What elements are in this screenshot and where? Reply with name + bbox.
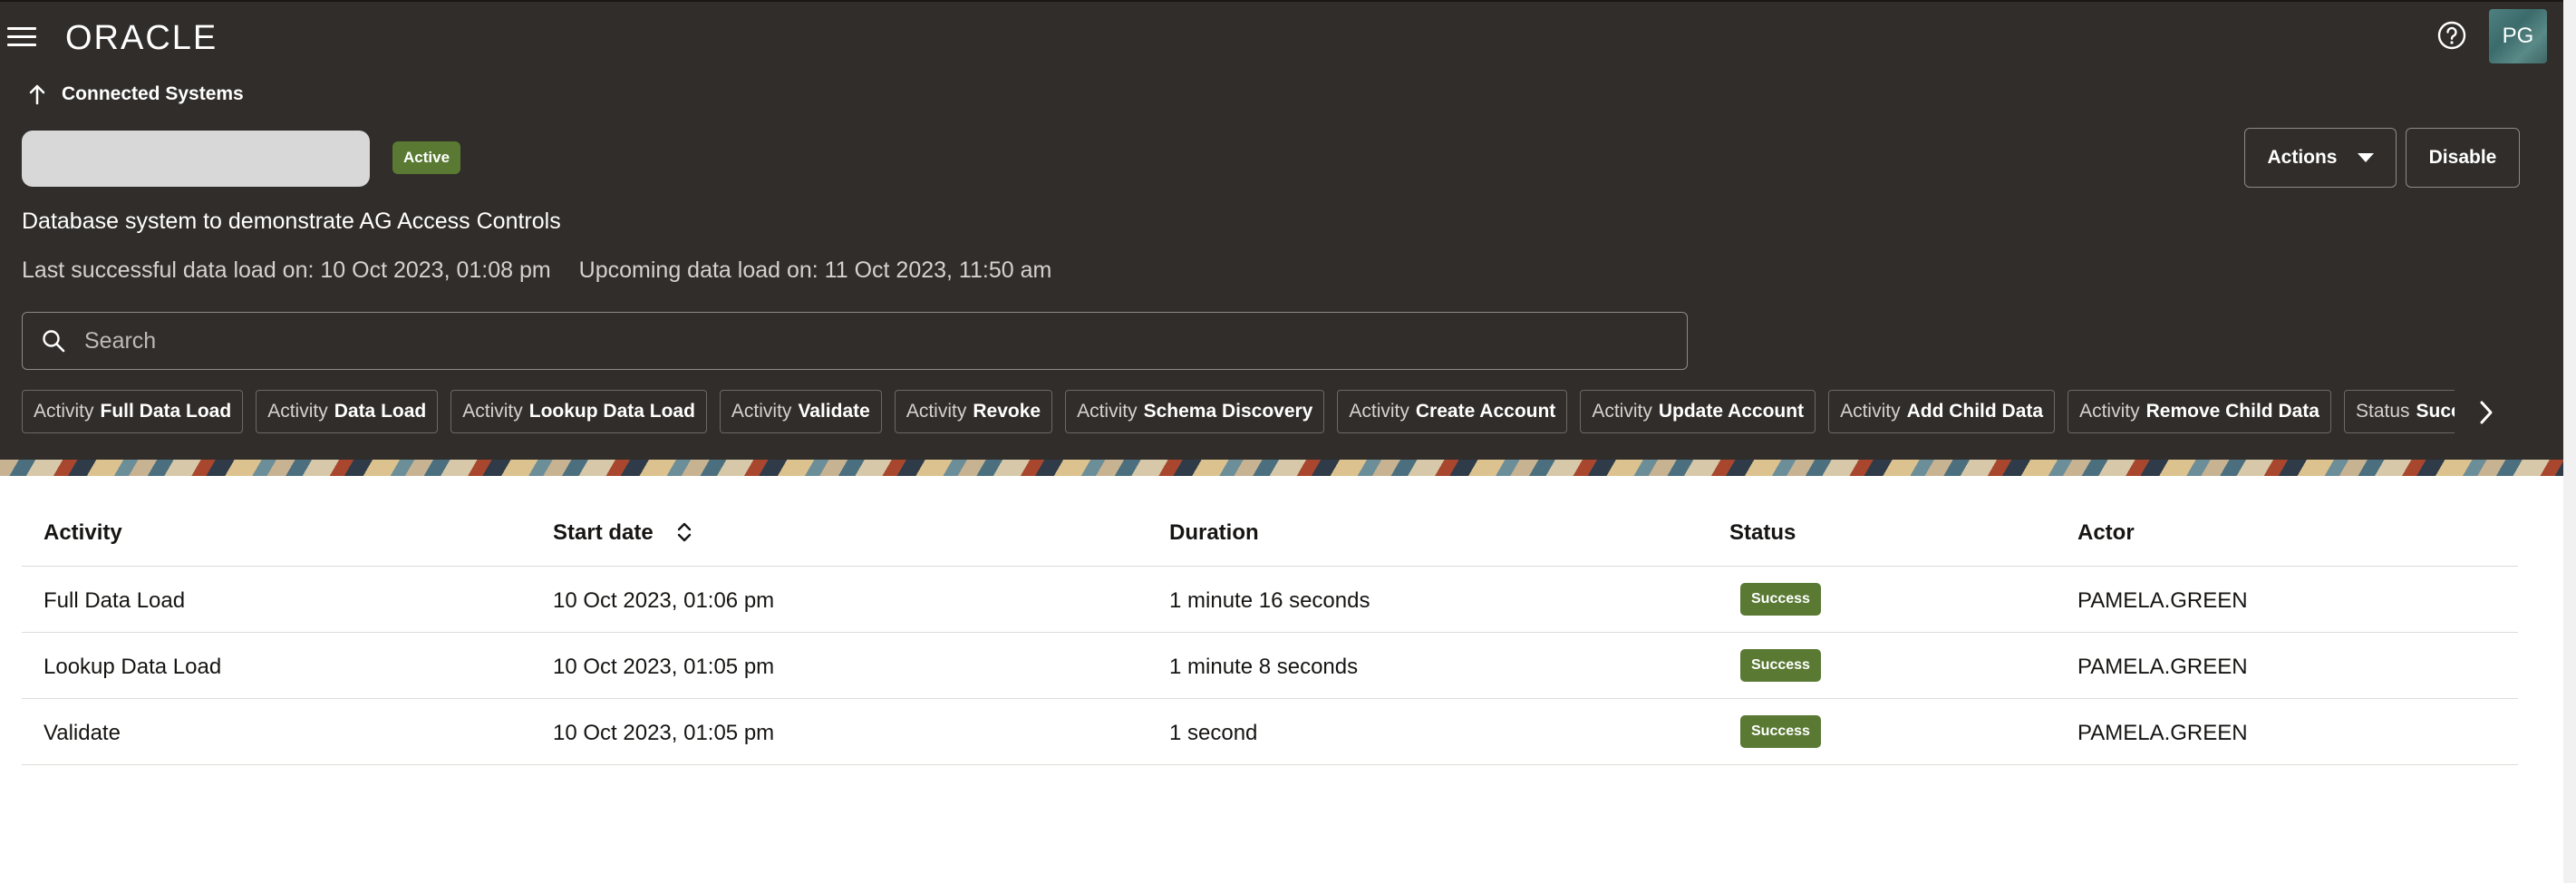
filter-chip[interactable]: Activity Remove Child Data	[2068, 390, 2331, 433]
menu-icon[interactable]	[7, 24, 38, 51]
cell-actor: PAMELA.GREEN	[2077, 721, 2248, 745]
top-border	[0, 0, 2563, 2]
filter-chip[interactable]: Activity Create Account	[1337, 390, 1568, 433]
status-badge: Success	[1740, 715, 1821, 748]
chevron-right-icon[interactable]	[2473, 397, 2500, 428]
cell-activity: Full Data Load	[44, 588, 186, 613]
search-input[interactable]	[82, 326, 1627, 355]
filter-chip[interactable]: Activity Update Account	[1580, 390, 1816, 433]
breadcrumb-link[interactable]: Connected Systems	[62, 83, 244, 105]
cell-duration: 1 minute 8 seconds	[1169, 655, 1359, 679]
upcoming-load-text: Upcoming data load on: 11 Oct 2023, 11:5…	[578, 257, 1052, 283]
filter-chip[interactable]: Activity Add Child Data	[1828, 390, 2056, 433]
status-badge: Success	[1740, 583, 1821, 616]
load-info: Last successful data load on: 10 Oct 202…	[22, 257, 1051, 284]
cell-activity: Validate	[44, 721, 121, 745]
cell-duration: 1 second	[1169, 721, 1258, 745]
status-badge: Success	[1740, 649, 1821, 682]
column-header-start-date[interactable]: Start date	[553, 520, 654, 546]
arrow-up-icon	[29, 84, 45, 105]
user-avatar[interactable]: PG	[2489, 9, 2547, 63]
cell-duration: 1 minute 16 seconds	[1169, 588, 1370, 613]
filter-chip[interactable]: Activity Full Data Load	[22, 390, 244, 433]
system-description: Database system to demonstrate AG Access…	[22, 209, 561, 234]
filter-chip[interactable]: Activity Schema Discovery	[1065, 390, 1325, 433]
cell-activity: Lookup Data Load	[44, 655, 222, 679]
help-icon[interactable]	[2436, 20, 2467, 51]
column-header-duration[interactable]: Duration	[1169, 520, 1259, 546]
breadcrumb[interactable]: Connected Systems	[27, 83, 244, 105]
status-badge: Active	[392, 141, 461, 174]
filter-chip[interactable]: StatusSucc	[2343, 390, 2455, 433]
filter-chips: Activity Full Data Load Activity Data Load…	[22, 390, 2455, 435]
page-header: ORACLE PG Connected Systems Active Actio…	[0, 0, 2563, 476]
column-header-status[interactable]: Status	[1729, 520, 1796, 546]
logo-text: ORACLE	[65, 19, 218, 56]
cell-actor: PAMELA.GREEN	[2077, 655, 2248, 679]
column-header-activity[interactable]: Activity	[44, 520, 122, 546]
search-icon	[43, 330, 65, 353]
caret-down-icon	[2357, 153, 2374, 162]
table-row[interactable]: Validate 10 Oct 2023, 01:05 pm 1 second …	[22, 699, 2518, 765]
filter-chip[interactable]: Activity Data Load	[256, 390, 439, 433]
cell-start-date: 10 Oct 2023, 01:06 pm	[553, 588, 775, 613]
last-load-text: Last successful data load on: 10 Oct 202…	[22, 257, 551, 283]
sort-icon[interactable]	[674, 520, 694, 544]
cell-start-date: 10 Oct 2023, 01:05 pm	[553, 721, 775, 745]
actions-button[interactable]: Actions	[2244, 128, 2397, 188]
scrollbar[interactable]	[2563, 0, 2576, 883]
activity-table: Activity Start date Duration Status Acto…	[22, 497, 2518, 765]
filter-chip[interactable]: Activity Validate	[719, 390, 882, 433]
search-box[interactable]	[22, 312, 1688, 370]
cell-start-date: 10 Oct 2023, 01:05 pm	[553, 655, 775, 679]
decorative-banner	[0, 460, 2563, 476]
filter-chip[interactable]: Activity Lookup Data Load	[450, 390, 707, 433]
column-header-actor[interactable]: Actor	[2077, 520, 2135, 546]
actions-label: Actions	[2267, 147, 2338, 168]
disable-button[interactable]: Disable	[2406, 128, 2520, 188]
table-row[interactable]: Full Data Load 10 Oct 2023, 01:06 pm 1 m…	[22, 567, 2518, 633]
system-name-placeholder	[22, 131, 370, 187]
oracle-logo: ORACLE	[65, 19, 218, 56]
table-row[interactable]: Lookup Data Load 10 Oct 2023, 01:05 pm 1…	[22, 633, 2518, 699]
filter-chip[interactable]: Activity Revoke	[894, 390, 1053, 433]
table-header: Activity Start date Duration Status Acto…	[22, 497, 2518, 567]
cell-actor: PAMELA.GREEN	[2077, 588, 2248, 613]
